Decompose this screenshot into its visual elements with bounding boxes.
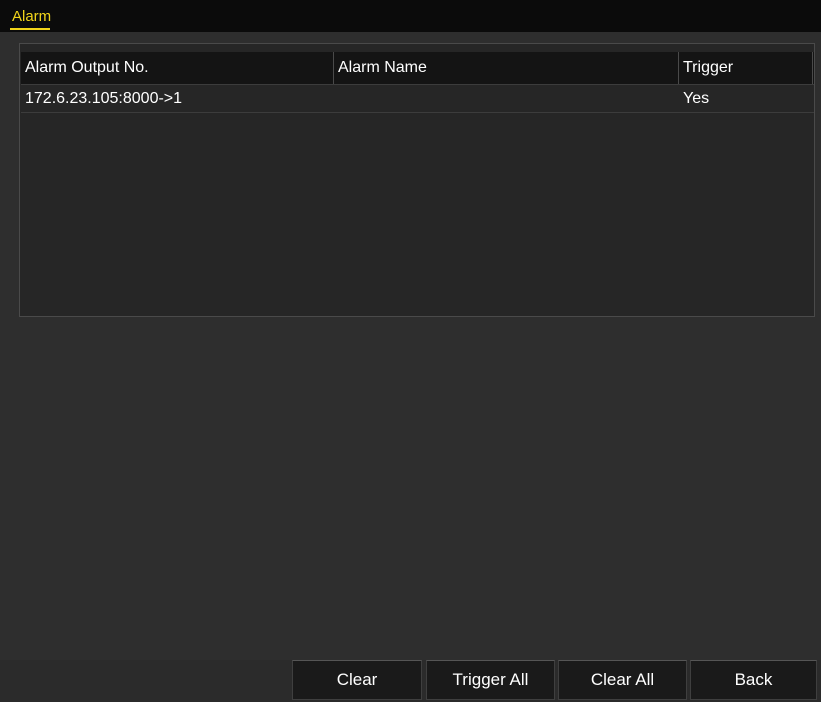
title-bar: Alarm <box>0 0 821 32</box>
button-bar: Clear Trigger All Clear All Back <box>0 660 821 702</box>
clear-all-button[interactable]: Clear All <box>558 660 687 700</box>
cell-trigger: Yes <box>683 90 710 107</box>
table-header: Alarm Output No. Alarm Name Trigger <box>21 52 814 85</box>
cell-alarm-output-no: 172.6.23.105:8000->1 <box>25 90 183 107</box>
column-header-alarm-name[interactable]: Alarm Name <box>334 52 679 84</box>
trigger-all-button[interactable]: Trigger All <box>426 660 555 700</box>
cell-alarm-name <box>334 86 679 112</box>
column-header-alarm-output-no[interactable]: Alarm Output No. <box>21 52 334 84</box>
tab-alarm[interactable]: Alarm <box>12 8 51 26</box>
clear-button[interactable]: Clear <box>292 660 422 700</box>
table-row[interactable]: 172.6.23.105:8000->1 Yes <box>21 86 814 113</box>
tab-active-underline <box>10 28 50 30</box>
column-header-trigger[interactable]: Trigger <box>679 52 813 84</box>
alarm-output-table: Alarm Output No. Alarm Name Trigger 172.… <box>19 43 815 317</box>
alarm-window: Alarm Alarm Output No. Alarm Name Trigge… <box>0 0 821 702</box>
back-button[interactable]: Back <box>690 660 817 700</box>
